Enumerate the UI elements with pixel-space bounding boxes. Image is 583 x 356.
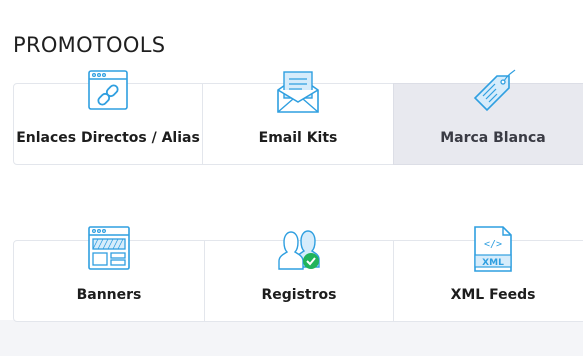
tools-row-2: Banners Registros </> XML XML Feeds [13,226,583,322]
xml-file-icon: </> XML [474,226,512,272]
tool-label: Email Kits [258,130,338,146]
tool-card-banners[interactable]: Banners [13,226,205,322]
tool-card-marca-blanca[interactable]: Marca Blanca [393,69,583,165]
tools-row-1: Enlaces Directos / Alias Email Kits Marc… [13,69,583,165]
tool-label: Marca Blanca [440,130,546,146]
tool-label: XML Feeds [450,287,536,303]
link-window-icon [88,70,128,110]
xml-glyph: XML [482,258,504,268]
tool-card-registros[interactable]: Registros [204,230,394,322]
users-check-icon [278,230,320,270]
email-envelope-icon [277,71,319,113]
tool-card-xml-feeds[interactable]: </> XML XML Feeds [393,226,583,322]
banner-window-icon [88,226,130,270]
tool-card-enlaces-directos[interactable]: Enlaces Directos / Alias [13,70,203,165]
tool-card-email-kits[interactable]: Email Kits [202,71,394,165]
code-glyph: </> [484,239,502,250]
tool-label: Banners [76,287,142,303]
page-title: PROMOTOOLS [13,33,166,58]
price-tag-icon [473,69,516,112]
tool-label: Registros [261,287,337,303]
tool-label: Enlaces Directos / Alias [16,130,200,146]
